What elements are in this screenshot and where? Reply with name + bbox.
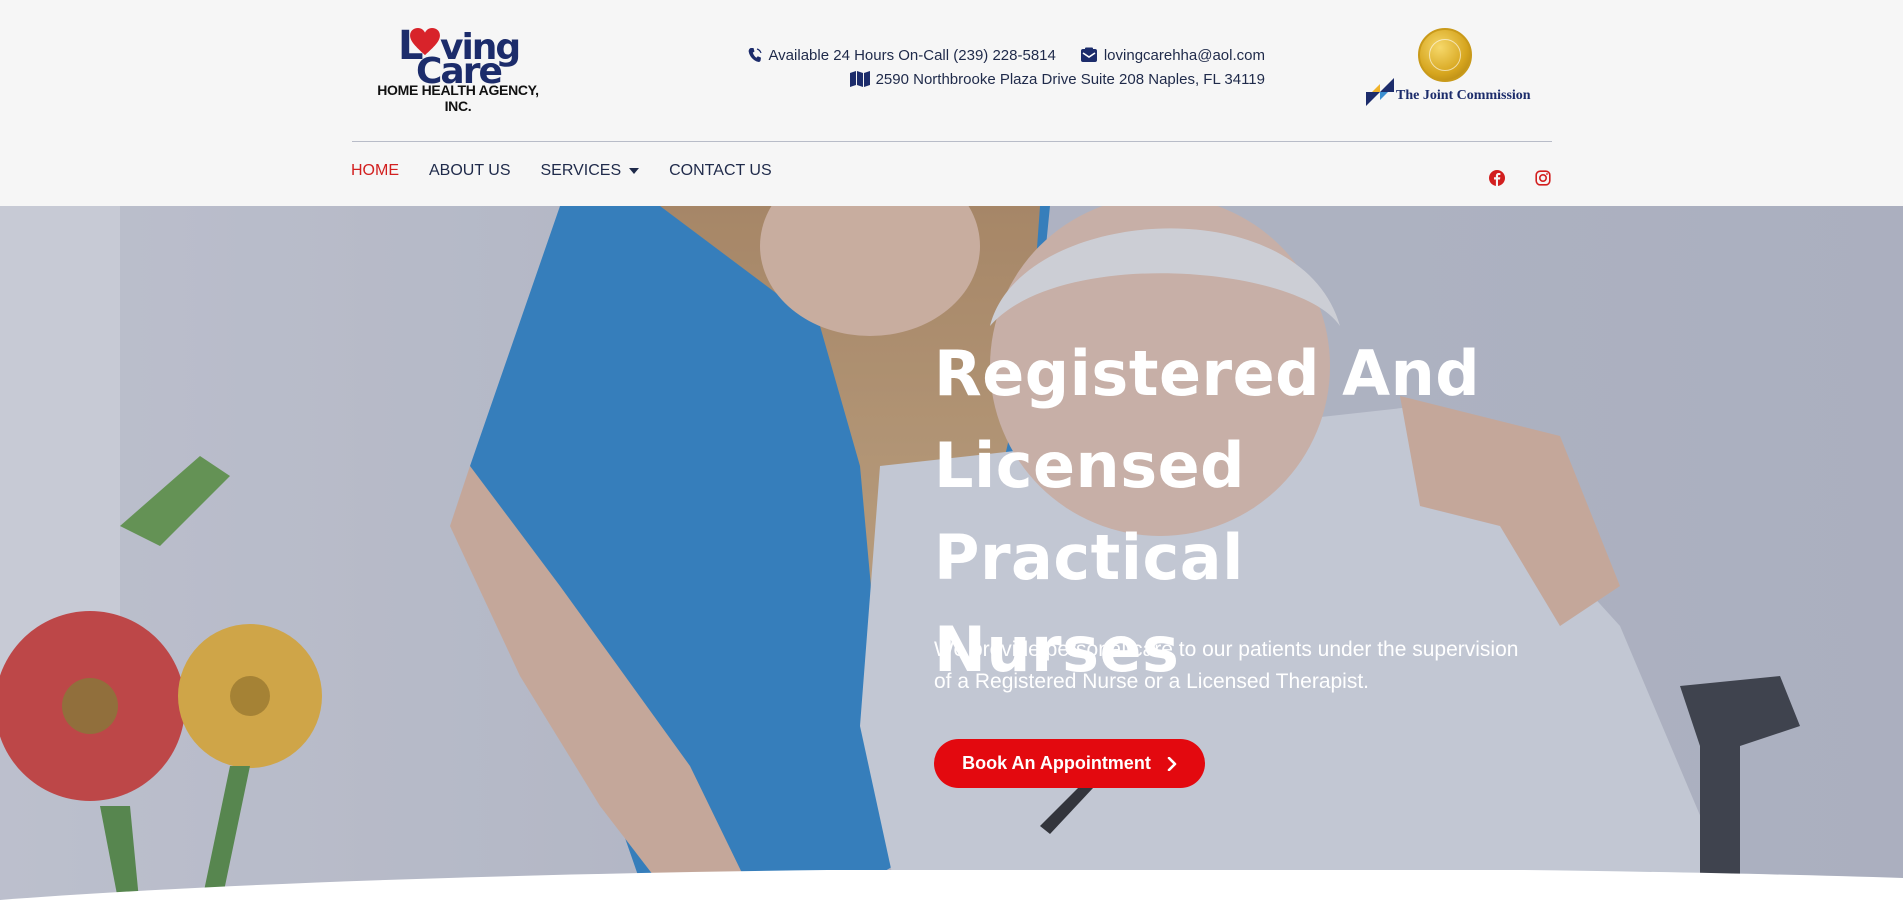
address-text: 2590 Northbrooke Plaza Drive Suite 208 N… [875,70,1265,88]
facebook-link[interactable] [1487,168,1507,188]
nav-item-about-us[interactable]: ABOUT US [429,162,511,180]
chevron-right-icon [1167,756,1177,771]
hero-description: We provide personal care to our patients… [934,634,1554,698]
hero-title-line-2: Licensed Practical [934,429,1246,594]
hero-title-line-1: Registered And [934,337,1481,410]
nav-item-home[interactable]: HOME [351,162,399,180]
nav-item-contact-us[interactable]: CONTACT US [669,162,772,180]
map-icon [849,71,870,87]
instagram-icon [1535,170,1551,186]
site-header: L ving Care HOME HEALTH AGENCY, INC. Ava… [0,0,1903,206]
gold-seal-icon [1418,28,1472,82]
caret-down-icon [629,168,640,174]
contact-row-bottom: 2590 Northbrooke Plaza Drive Suite 208 N… [724,68,1265,90]
header-divider [352,141,1552,142]
email-text: lovingcarehha@aol.com [1103,46,1265,64]
contact-row-top: Available 24 Hours On-Call (239) 228-581… [724,44,1265,66]
logo-subtitle: HOME HEALTH AGENCY, INC. [377,82,539,114]
address-contact[interactable]: 2590 Northbrooke Plaza Drive Suite 208 N… [849,70,1265,88]
main-nav: HOME ABOUT US SERVICES CONTACT US [351,162,802,180]
email-icon [1080,47,1097,62]
facebook-icon [1489,170,1505,186]
joint-commission-label: The Joint Commission [1396,88,1531,103]
instagram-link[interactable] [1533,168,1553,188]
nav-label-home: HOME [351,162,399,179]
contact-info: Available 24 Hours On-Call (239) 228-581… [724,44,1265,92]
phone-contact[interactable]: Available 24 Hours On-Call (239) 228-581… [748,46,1056,64]
hero-section: Registered And Licensed Practical Nurses… [0,206,1903,910]
nav-label-contact-us: CONTACT US [669,162,772,179]
hero-description-line-1: We provide personal care to our patients… [934,638,1519,661]
hero-description-line-2: of a Registered Nurse or a Licensed Ther… [934,670,1370,693]
loving-care-logo[interactable]: L ving Care HOME HEALTH AGENCY, INC. [368,26,548,114]
joint-commission-mark-icon [1366,78,1394,106]
phone-icon [749,48,763,62]
nav-item-services[interactable]: SERVICES [541,162,640,180]
joint-commission-badge: The Joint Commission [1366,26,1531,110]
nav-label-about-us: ABOUT US [429,162,511,179]
email-contact[interactable]: lovingcarehha@aol.com [1080,47,1265,64]
book-appointment-button[interactable]: Book An Appointment [934,739,1205,788]
hero-bottom-curve [0,870,1903,910]
nav-label-services: SERVICES [540,162,622,179]
phone-text: Available 24 Hours On-Call (239) 228-581… [768,46,1056,64]
book-appointment-label: Book An Appointment [962,753,1151,773]
